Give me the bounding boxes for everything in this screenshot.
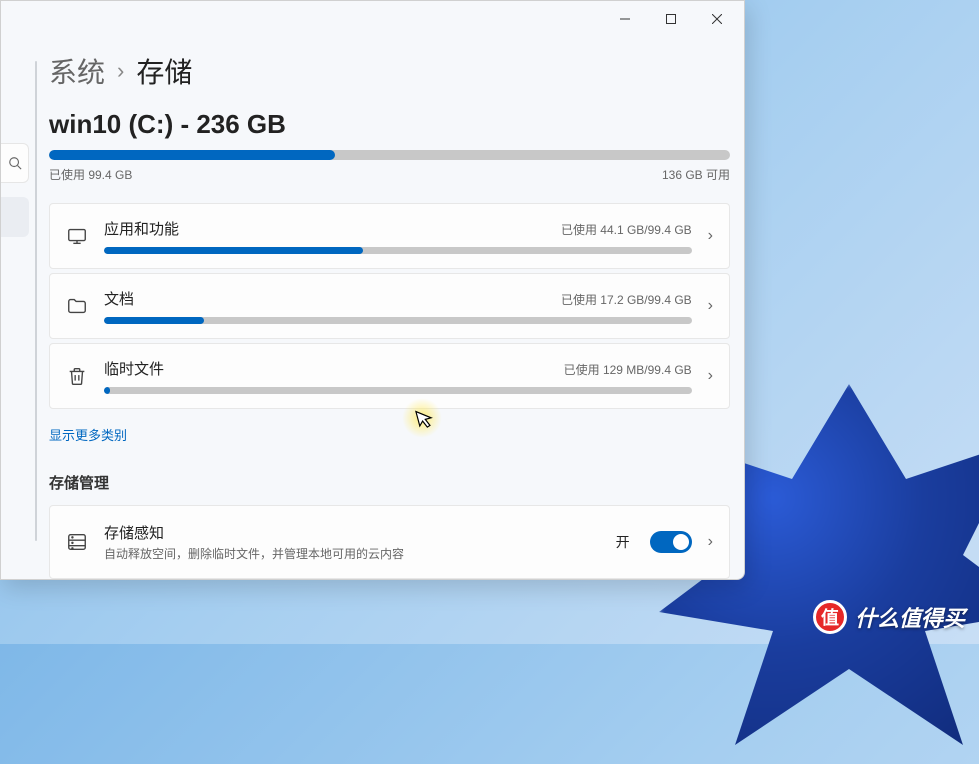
- chevron-right-icon: ›: [708, 367, 713, 385]
- trash-icon: [66, 365, 88, 387]
- drive-usage-fill: [49, 150, 335, 160]
- category-usage: 已使用 17.2 GB/99.4 GB: [561, 291, 692, 308]
- chevron-right-icon: ›: [117, 58, 124, 84]
- category-bar: [104, 247, 692, 254]
- chevron-right-icon: ›: [708, 227, 713, 245]
- storage-sense-row[interactable]: 存储感知 自动释放空间，删除临时文件，并管理本地可用的云内容 开 ›: [49, 505, 730, 579]
- storage-sense-desc: 自动释放空间，删除临时文件，并管理本地可用的云内容: [104, 545, 600, 562]
- category-bar: [104, 387, 692, 394]
- storage-sense-title: 存储感知: [104, 522, 600, 543]
- maximize-button[interactable]: [648, 3, 694, 35]
- docs-icon: [66, 295, 88, 317]
- category-name: 文档: [104, 288, 134, 309]
- toggle-label: 开: [616, 532, 630, 552]
- show-more-link[interactable]: 显示更多类别: [49, 425, 127, 444]
- drive-title: win10 (C:) - 236 GB: [49, 109, 730, 140]
- category-usage: 已使用 129 MB/99.4 GB: [564, 361, 692, 378]
- category-bar-fill: [104, 317, 204, 324]
- scroll-indicator[interactable]: [35, 61, 37, 541]
- category-name: 临时文件: [104, 358, 164, 379]
- settings-window: 系统 › 存储 win10 (C:) - 236 GB 已使用 99.4 GB …: [0, 0, 745, 580]
- minimize-button[interactable]: [602, 3, 648, 35]
- breadcrumb-current: 存储: [136, 51, 192, 91]
- category-row-apps[interactable]: 应用和功能 已使用 44.1 GB/99.4 GB ›: [49, 203, 730, 269]
- sidebar-item-active[interactable]: [1, 197, 29, 237]
- sidebar: [1, 37, 31, 579]
- close-button[interactable]: [694, 3, 740, 35]
- category-name: 应用和功能: [104, 218, 179, 239]
- category-bar-fill: [104, 387, 110, 394]
- breadcrumb-parent[interactable]: 系统: [49, 51, 105, 91]
- category-row-docs[interactable]: 文档 已使用 17.2 GB/99.4 GB ›: [49, 273, 730, 339]
- chevron-right-icon[interactable]: ›: [708, 533, 713, 551]
- category-row-trash[interactable]: 临时文件 已使用 129 MB/99.4 GB ›: [49, 343, 730, 409]
- watermark-badge: 值: [813, 600, 847, 634]
- drive-usage-bar: [49, 150, 730, 160]
- titlebar: [1, 1, 744, 37]
- content-area: 系统 › 存储 win10 (C:) - 236 GB 已使用 99.4 GB …: [49, 51, 744, 579]
- watermark-text: 什么值得买: [855, 601, 965, 633]
- breadcrumb: 系统 › 存储: [49, 51, 730, 91]
- storage-sense-toggle[interactable]: [650, 531, 692, 553]
- drive-free-label: 136 GB 可用: [662, 166, 730, 183]
- drive-used-label: 已使用 99.4 GB: [49, 166, 132, 183]
- category-usage: 已使用 44.1 GB/99.4 GB: [561, 221, 692, 238]
- category-bar-fill: [104, 247, 363, 254]
- apps-icon: [66, 225, 88, 247]
- search-icon[interactable]: [1, 143, 29, 183]
- storage-management-title: 存储管理: [49, 472, 730, 493]
- chevron-right-icon: ›: [708, 297, 713, 315]
- storage-sense-icon: [66, 531, 88, 553]
- category-bar: [104, 317, 692, 324]
- watermark: 值 什么值得买: [813, 600, 965, 634]
